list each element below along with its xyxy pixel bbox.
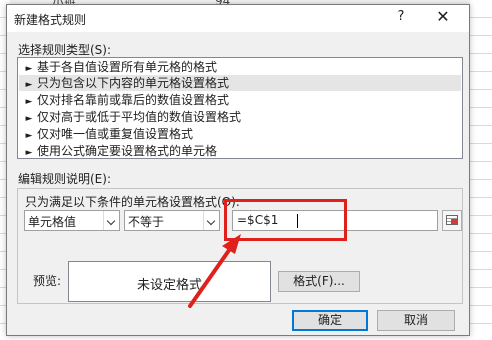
- close-button[interactable]: ✕: [427, 7, 459, 29]
- arrow-right-icon: ►: [25, 80, 33, 90]
- dialog-titlebar: 新建格式规则 ? ✕: [7, 5, 469, 32]
- rule-type-item-label: 使用公式确定要设置格式的单元格: [37, 144, 218, 158]
- condition-label: 只为满足以下条件的单元格设置格式(O):: [25, 195, 240, 209]
- dialog-title: 新建格式规则: [14, 13, 87, 27]
- rule-type-item[interactable]: ► 仅对唯一值或重复值设置格式: [19, 126, 461, 142]
- arrow-right-icon: ►: [25, 114, 33, 124]
- rule-type-item-selected[interactable]: ► 只为包含以下内容的单元格设置格式: [19, 75, 461, 91]
- chevron-down-icon[interactable]: [103, 211, 119, 230]
- spreadsheet-grid-right: [470, 0, 492, 340]
- rule-type-item-label: 只为包含以下内容的单元格设置格式: [37, 76, 230, 90]
- rule-type-item-label: 仅对高于或低于平均值的数值设置格式: [37, 110, 242, 124]
- rule-type-label: 选择规则类型(S):: [18, 43, 112, 57]
- cell-value-select[interactable]: 单元格值: [24, 210, 120, 231]
- rule-type-item-label: 基于各自值设置所有单元格的格式: [37, 60, 218, 74]
- preview-text: 未设定格式: [136, 278, 202, 293]
- cell-value-select-value: 单元格值: [28, 215, 77, 229]
- arrow-right-icon: ►: [25, 131, 33, 141]
- preview-box: 未设定格式: [68, 261, 271, 302]
- format-button[interactable]: 格式(F)...: [278, 271, 360, 292]
- rule-type-list[interactable]: ► 基于各自值设置所有单元格的格式 ► 只为包含以下内容的单元格设置格式 ► 仅对排名…: [17, 57, 463, 159]
- arrow-right-icon: ►: [25, 148, 33, 158]
- arrow-right-icon: ►: [25, 97, 33, 107]
- help-button[interactable]: ?: [389, 9, 413, 29]
- operator-select[interactable]: 不等于: [124, 210, 220, 231]
- ok-button[interactable]: 确定: [292, 310, 368, 331]
- new-format-rule-dialog: 新建格式规则 ? ✕ 选择规则类型(S): ► 基于各自值设置所有单元格的格式 ►…: [6, 4, 470, 336]
- range-select-button[interactable]: [442, 210, 462, 231]
- rule-type-item[interactable]: ► 仅对排名靠前或靠后的数值设置格式: [19, 92, 461, 108]
- rule-type-item[interactable]: ► 仅对高于或低于平均值的数值设置格式: [19, 109, 461, 125]
- rule-type-item-label: 仅对唯一值或重复值设置格式: [37, 127, 194, 141]
- range-select-marker: [451, 219, 458, 224]
- chevron-down-icon[interactable]: [203, 211, 219, 230]
- rule-type-item[interactable]: ► 使用公式确定要设置格式的单元格: [19, 143, 461, 159]
- annotation-highlight-box: [224, 199, 347, 241]
- preview-label: 预览:: [33, 274, 62, 288]
- operator-select-value: 不等于: [128, 215, 165, 229]
- rule-type-item[interactable]: ► 基于各自值设置所有单元格的格式: [19, 59, 461, 75]
- edit-rule-label: 编辑规则说明(E):: [18, 172, 111, 186]
- cancel-button[interactable]: 取消: [377, 310, 455, 331]
- rule-type-item-label: 仅对排名靠前或靠后的数值设置格式: [37, 93, 230, 107]
